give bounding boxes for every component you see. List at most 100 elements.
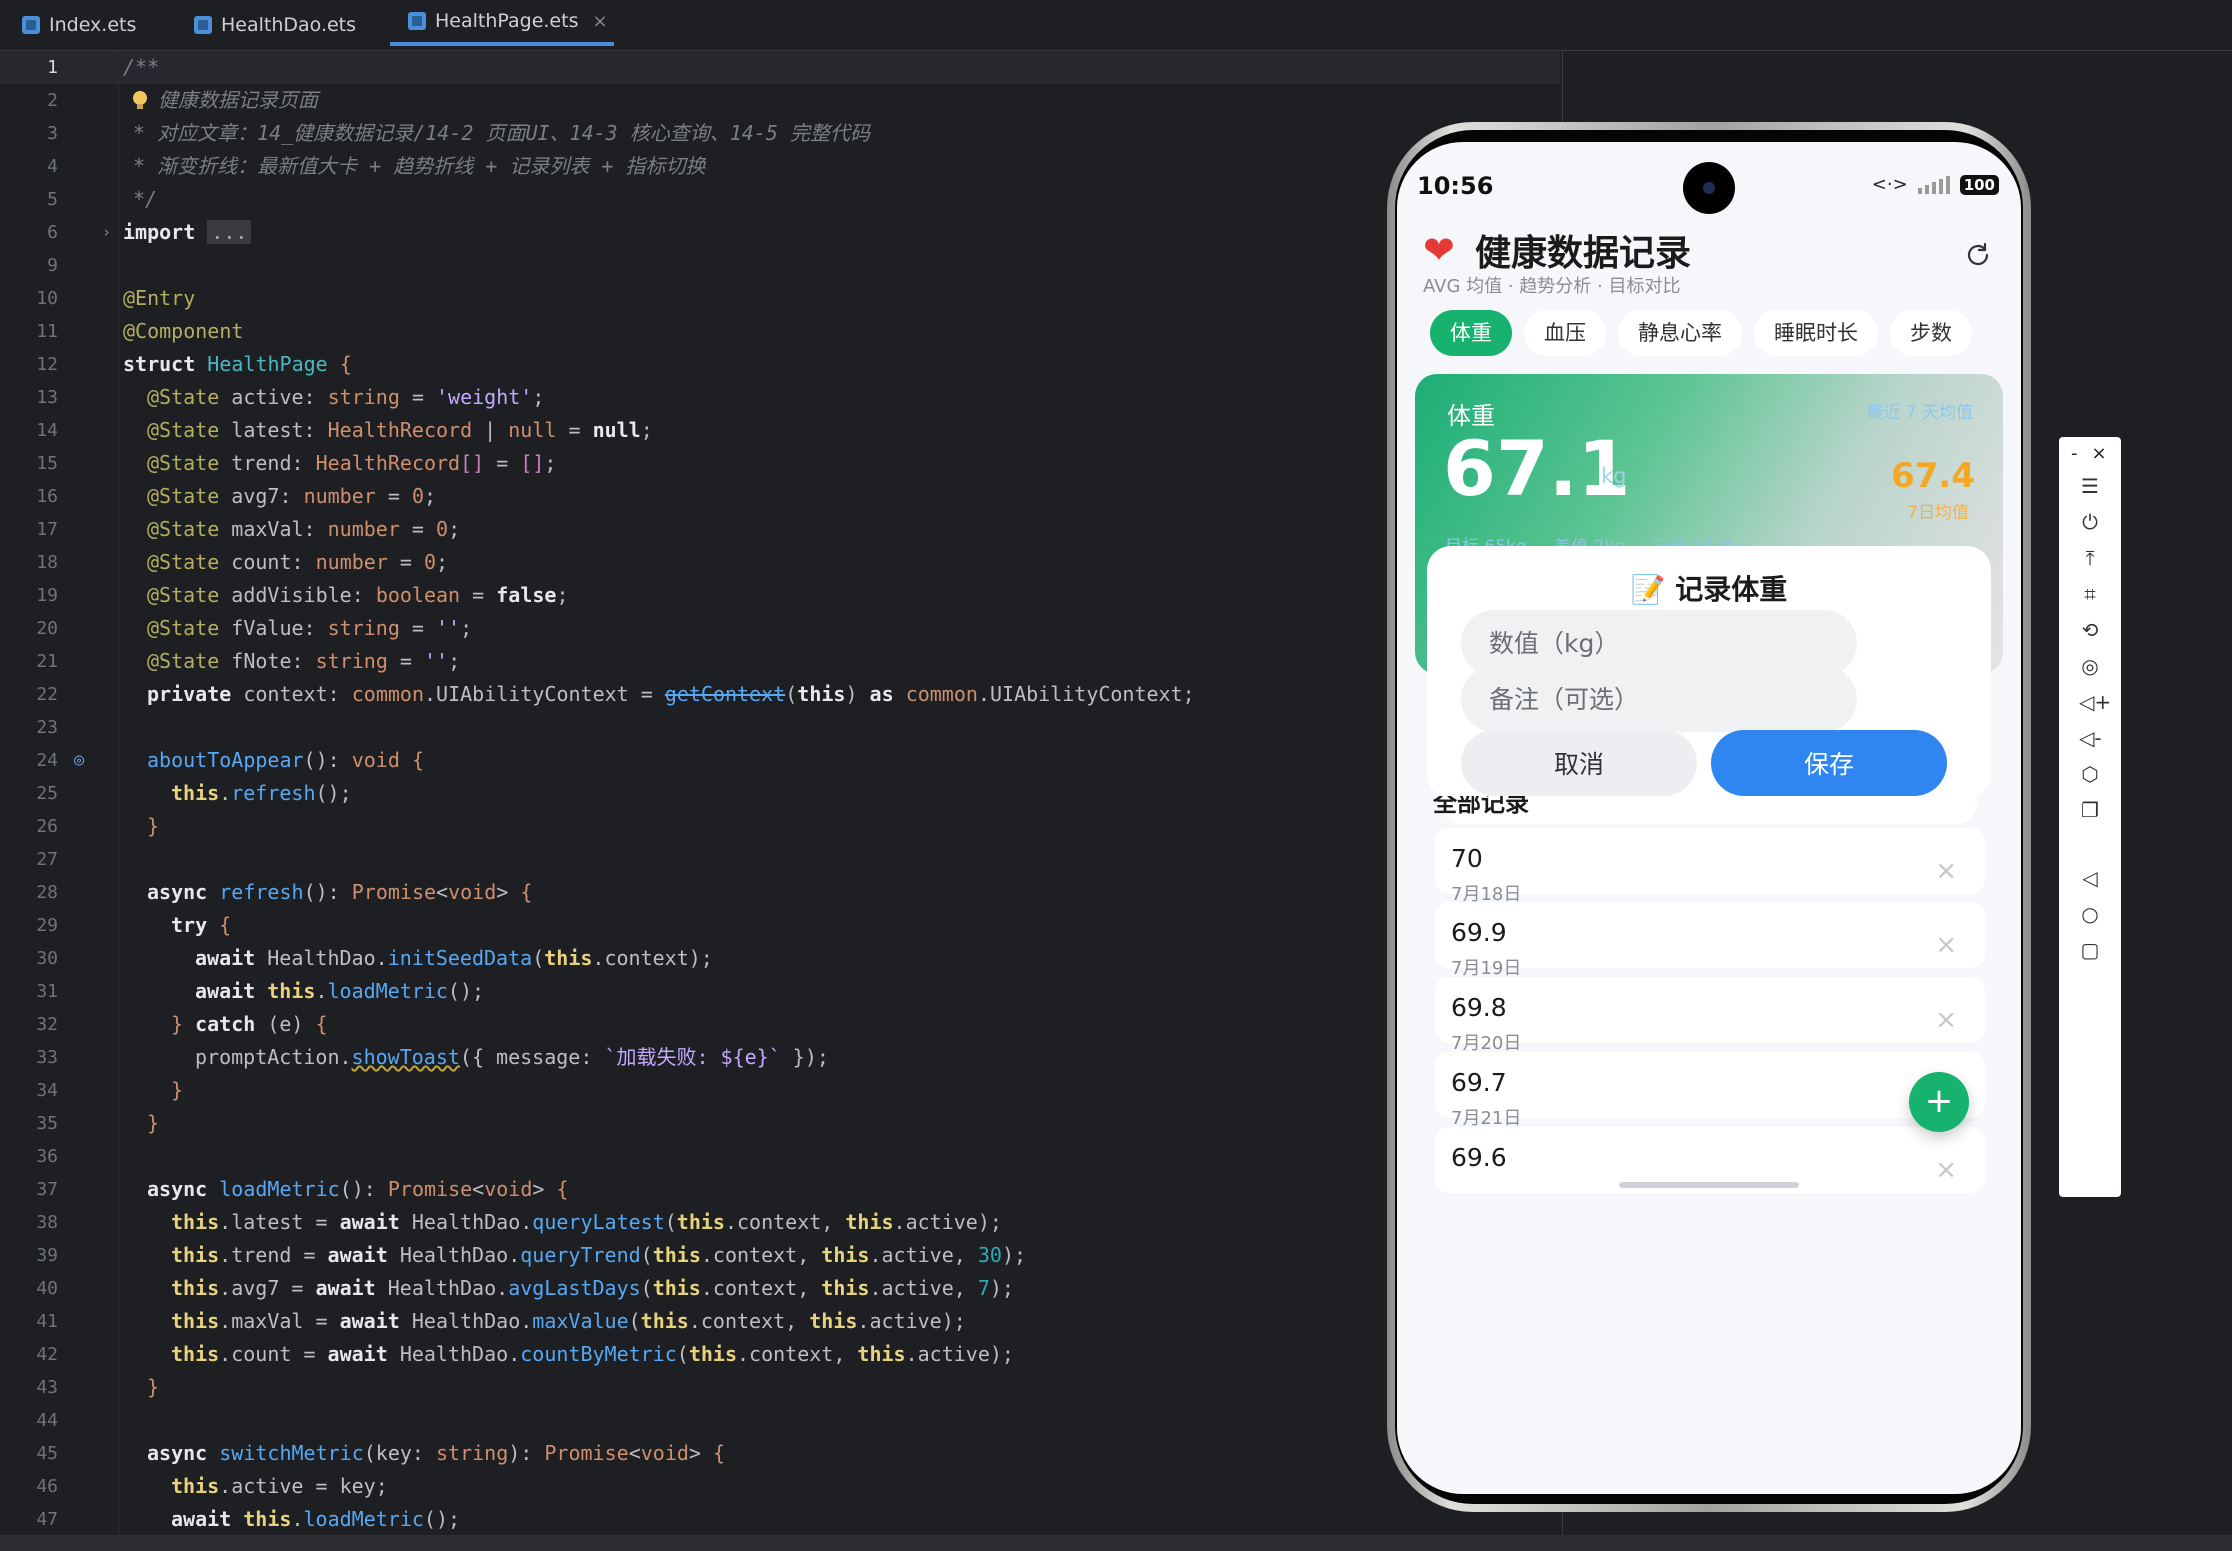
tab-healthdao-ets[interactable]: HealthDao.ets [194, 0, 356, 50]
code-line: 18 @State count: number = 0; [0, 546, 1560, 579]
note-input[interactable] [1461, 666, 1857, 732]
code-line: 34} [0, 1074, 1560, 1107]
line-number: 47 [36, 1509, 58, 1530]
code-line: 31 await this.loadMetric(); [0, 975, 1560, 1008]
file-icon [22, 16, 40, 34]
code-line: 39 this.trend = await HealthDao.queryTren… [0, 1239, 1560, 1272]
cancel-button[interactable]: 取消 [1461, 730, 1697, 796]
code-editor[interactable]: 1 /** 2 健康数据记录页面 3 * 对应文章：14_健康数据记录/14-2 页面… [0, 51, 1560, 1535]
line-number: 29 [36, 915, 58, 936]
delete-icon[interactable]: × [1935, 1005, 1957, 1035]
tab-blood-pressure[interactable]: 血压 [1524, 310, 1606, 356]
list-item[interactable]: 69.7 7月21日 [1435, 1052, 1985, 1129]
delete-icon[interactable]: × [1935, 1155, 1957, 1185]
records-section-title: 全部记录 [1433, 796, 1529, 816]
volume-down-icon[interactable]: ◁- [2079, 727, 2102, 749]
code-line: 36 [0, 1140, 1560, 1173]
code-line: 42 this.count = await HealthDao.countByMe… [0, 1338, 1560, 1371]
code-line: 47 await this.loadMetric(); [0, 1503, 1560, 1535]
line-number: 14 [36, 420, 58, 441]
line-number: 42 [36, 1344, 58, 1365]
code-text: * 对应文章：14_健康数据记录/14-2 页面UI、14-3 核心查询、14-… [133, 121, 870, 145]
code-line: 25 this.refresh(); [0, 777, 1560, 810]
tab-label: HealthPage.ets [435, 10, 579, 32]
line-number: 10 [36, 288, 58, 309]
code-line: 19 @State addVisible: boolean = false; [0, 579, 1560, 612]
toolbar-window-controls: - × [2071, 443, 2107, 464]
record-value: 69.7 [1451, 1068, 1507, 1097]
code-line: 15 @State trend: HealthRecord[] = []; [0, 447, 1560, 480]
heart-icon: ❤ [1423, 228, 1455, 272]
code-line: 4 * 渐变折线：最新值大卡 + 趋势折线 + 记录列表 + 指标切换 [0, 150, 1560, 183]
menu-icon[interactable]: ☰ [2079, 475, 2101, 497]
line-number: 21 [36, 651, 58, 672]
tab-index-ets[interactable]: Index.ets [22, 0, 136, 50]
tab-healthpage-ets[interactable]: HealthPage.ets × [390, 0, 614, 46]
code-text: /** [123, 55, 160, 79]
close-icon[interactable]: × [592, 11, 607, 32]
home-icon[interactable]: ○ [2079, 903, 2101, 925]
power-icon[interactable]: ⏻ [2079, 511, 2101, 533]
code-line: 1 /** [0, 51, 1560, 84]
save-button[interactable]: 保存 [1711, 730, 1947, 796]
emulator-toolbar: - × ☰ ⏻ ⤒ ⌗ ⟲ ◎ ◁+ ◁- ⬡ ❐ ◁ ○ ▢ [2059, 437, 2121, 1197]
code-line: 41 this.maxVal = await HealthDao.maxValue… [0, 1305, 1560, 1338]
list-item[interactable]: 69.9 7月19日 × [1435, 902, 1985, 979]
code-line: 29 try { [0, 909, 1560, 942]
line-number: 2 [47, 90, 58, 111]
add-record-fab[interactable]: + [1909, 1072, 1969, 1132]
screenshot-icon[interactable]: ◎ [2079, 655, 2101, 677]
code-line: 14 @State latest: HealthRecord | null = n… [0, 414, 1560, 447]
editor-tab-bar: Index.ets HealthDao.ets HealthPage.ets × [0, 0, 2232, 51]
recents-icon[interactable]: ▢ [2079, 939, 2101, 961]
close-icon[interactable]: × [2092, 443, 2107, 464]
line-number: 25 [36, 783, 58, 804]
list-item[interactable]: 70 7月18日 × [1435, 828, 1985, 905]
code-line: 20 @State fValue: string = ''; [0, 612, 1560, 645]
code-line: 30 await HealthDao.initSeedData(this.cont… [0, 942, 1560, 975]
code-line: 16 @State avg7: number = 0; [0, 480, 1560, 513]
file-icon [194, 16, 212, 34]
delete-icon[interactable]: × [1935, 930, 1957, 960]
metric-tabs: 体重 血压 静息心率 睡眠时长 步数 [1430, 310, 1972, 356]
tab-steps[interactable]: 步数 [1890, 310, 1972, 356]
line-number: 44 [36, 1410, 58, 1431]
line-number: 16 [36, 486, 58, 507]
multi-screen-icon[interactable]: ❐ [2079, 799, 2101, 821]
home-indicator[interactable] [1619, 1182, 1799, 1188]
list-item[interactable]: 69.8 7月20日 × [1435, 977, 1985, 1054]
code-text: */ [133, 187, 158, 211]
code-line: 37 async loadMetric(): Promise<void> { [0, 1173, 1560, 1206]
code-line: 2 健康数据记录页面 [0, 84, 1560, 117]
volume-up-icon[interactable]: ◁+ [2079, 691, 2111, 713]
record-value: 70 [1451, 844, 1483, 873]
back-icon[interactable]: ◁ [2079, 867, 2101, 889]
line-number: 46 [36, 1476, 58, 1497]
lightbulb-icon[interactable] [133, 91, 147, 110]
fold-chevron-icon[interactable]: › [102, 216, 111, 249]
folded-imports[interactable]: ... [207, 220, 252, 244]
refresh-icon[interactable] [1963, 240, 1993, 270]
code-text: import [123, 220, 196, 244]
shake-icon[interactable]: ⬡ [2079, 763, 2101, 785]
code-line: 24 ◎ aboutToAppear(): void { [0, 744, 1560, 777]
tab-resting-heart-rate[interactable]: 静息心率 [1618, 310, 1742, 356]
override-marker-icon[interactable]: ◎ [74, 744, 84, 777]
code-line: 33 promptAction.showToast({ message: `加载失… [0, 1041, 1560, 1074]
code-line: 13 @State active: string = 'weight'; [0, 381, 1560, 414]
minimize-icon[interactable]: - [2071, 443, 2078, 464]
code-line: 26} [0, 810, 1560, 843]
pin-top-icon[interactable]: ⤒ [2079, 547, 2101, 569]
code-line: 46 this.active = key; [0, 1470, 1560, 1503]
line-number: 19 [36, 585, 58, 606]
crop-icon[interactable]: ⌗ [2079, 583, 2101, 605]
delete-icon[interactable]: × [1935, 856, 1957, 886]
rotate-icon[interactable]: ⟲ [2079, 619, 2101, 641]
tab-sleep[interactable]: 睡眠时长 [1754, 310, 1878, 356]
phone-screen: 10:56 <·> 100 ❤ 健康数据记录 AVG 均值 · 趋势分析 · 目… [1397, 142, 2021, 1494]
line-number: 28 [36, 882, 58, 903]
code-line: 12 struct HealthPage { [0, 348, 1560, 381]
tab-weight[interactable]: 体重 [1430, 310, 1512, 356]
line-number: 38 [36, 1212, 58, 1233]
network-icon: <·> [1871, 174, 1908, 195]
